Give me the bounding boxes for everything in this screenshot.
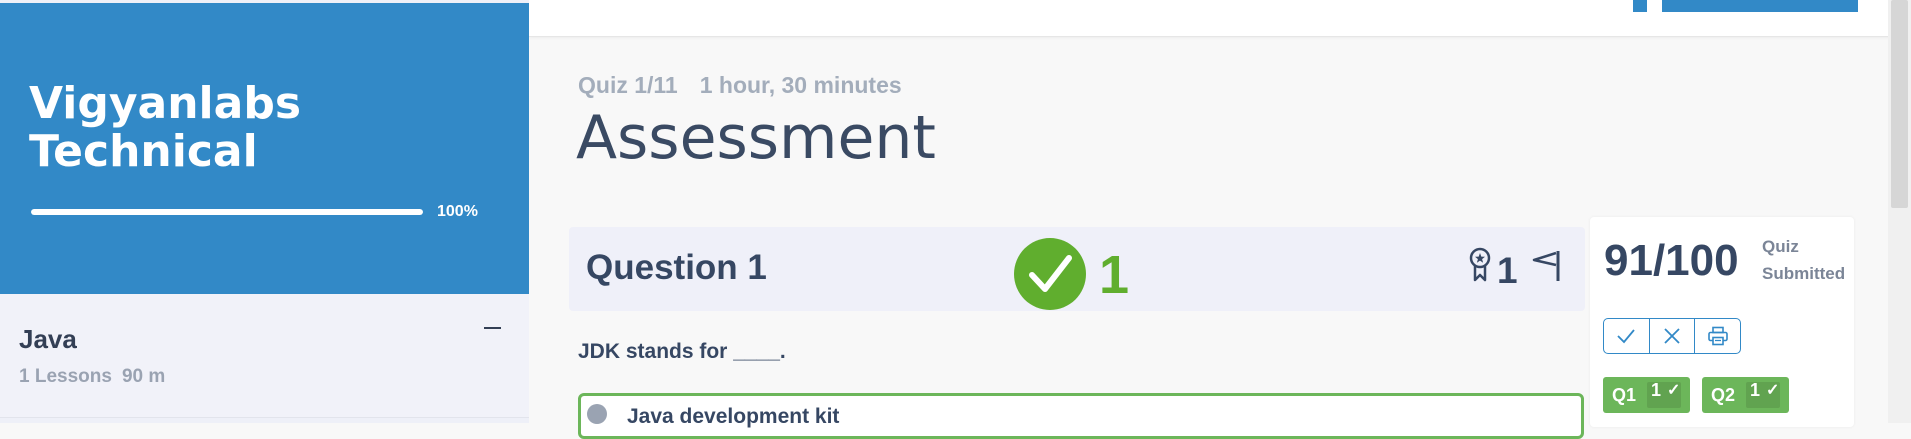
check-icon[interactable] bbox=[1604, 319, 1649, 353]
course-title: Vigyanlabs Technical bbox=[29, 78, 302, 177]
option-label: Java development kit bbox=[627, 405, 840, 428]
question-chip-label: Q1 bbox=[1612, 385, 1637, 405]
course-progress-fill bbox=[31, 209, 423, 215]
question-score: 1 bbox=[1099, 245, 1130, 305]
result-status: Quiz Submitted bbox=[1762, 237, 1846, 283]
question-chip-label: Q2 bbox=[1711, 385, 1736, 405]
print-icon[interactable] bbox=[1694, 319, 1740, 353]
section-lesson-count: 1 Lessons bbox=[19, 366, 112, 387]
question-points: 1 bbox=[1497, 250, 1518, 291]
section-duration: 90 m bbox=[121, 366, 166, 387]
question-chip-points: 1 bbox=[1750, 380, 1761, 400]
flag-icon[interactable] bbox=[1532, 249, 1564, 283]
top-bar-button-small[interactable] bbox=[1633, 0, 1647, 12]
check-circle-icon bbox=[1014, 238, 1086, 310]
section-java[interactable]: Java 1 Lessons 90 m bbox=[0, 294, 529, 418]
result-tools bbox=[1603, 318, 1741, 354]
question-title: Question 1 bbox=[586, 248, 767, 287]
award-icon bbox=[1469, 247, 1491, 283]
result-score: 91/100 bbox=[1604, 236, 1739, 285]
minus-icon[interactable] bbox=[484, 318, 502, 336]
option-radio[interactable] bbox=[587, 404, 607, 424]
quiz-position: Quiz 1/11 bbox=[578, 72, 678, 98]
question-chip-points: 1 bbox=[1651, 380, 1662, 400]
page-title: Assessment bbox=[576, 103, 936, 173]
question-text: JDK stands for ____. bbox=[578, 340, 786, 363]
top-bar-button[interactable] bbox=[1662, 0, 1858, 12]
course-progress-label: 100% bbox=[437, 203, 478, 220]
check-icon: ✓ bbox=[1766, 382, 1780, 399]
course-progress-bar bbox=[31, 209, 423, 215]
question-chip-q1[interactable]: Q1 1 ✓ bbox=[1603, 377, 1690, 413]
quiz-duration: 1 hour, 30 minutes bbox=[699, 72, 902, 98]
question-chip-q2[interactable]: Q2 1 ✓ bbox=[1702, 377, 1789, 413]
section-meta: 1 Lessons 90 m bbox=[19, 366, 175, 388]
close-icon[interactable] bbox=[1648, 319, 1695, 353]
check-icon: ✓ bbox=[1667, 382, 1681, 399]
quiz-meta: Quiz 1/11 1 hour, 30 minutes bbox=[578, 72, 902, 99]
section-title: Java bbox=[19, 324, 77, 354]
course-header: Vigyanlabs Technical 100% bbox=[0, 3, 529, 294]
scrollbar-thumb[interactable] bbox=[1891, 0, 1908, 208]
